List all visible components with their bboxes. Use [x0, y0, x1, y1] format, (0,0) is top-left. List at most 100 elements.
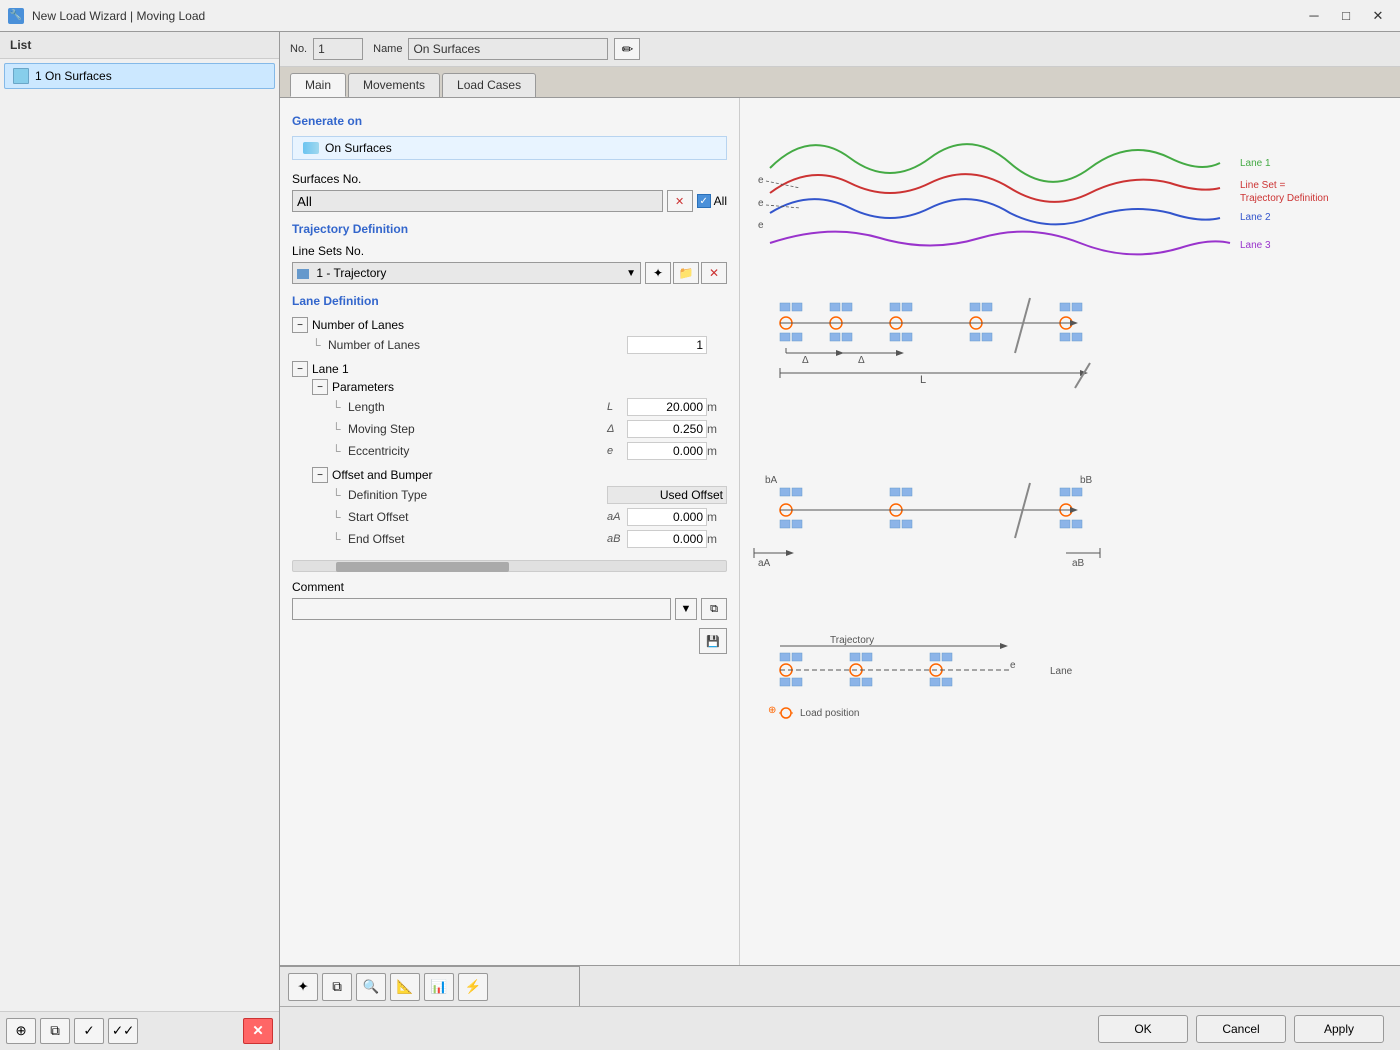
apply-button[interactable]: Apply — [1294, 1015, 1384, 1043]
toolbar-btn3[interactable]: 🔍 — [356, 973, 386, 1001]
right-area: No. Name ✏ Main Movements Load Cases Gen… — [280, 32, 1400, 1050]
length-value[interactable]: 20.000 — [627, 398, 707, 416]
comment-input[interactable] — [292, 598, 671, 620]
line-sets-dropdown[interactable]: 1 - Trajectory ▼ — [292, 262, 641, 284]
close-button[interactable]: ✕ — [1364, 6, 1392, 26]
moving-step-value[interactable]: 0.250 — [627, 420, 707, 438]
offset-label: Offset and Bumper — [332, 468, 433, 482]
def-type-prop: └ Definition Type Used Offset — [332, 484, 727, 506]
tool1-icon: ✦ — [297, 979, 308, 995]
comment-label: Comment — [292, 580, 727, 594]
save-icon: 💾 — [706, 635, 720, 648]
delete-button[interactable]: ✕ — [243, 1018, 273, 1044]
all-checkbox-group: ✓ All — [697, 194, 727, 208]
edit-name-button[interactable]: ✏ — [614, 38, 640, 60]
window-title: New Load Wizard | Moving Load — [32, 9, 1300, 23]
minimize-button[interactable]: ─ — [1300, 6, 1328, 26]
eccentricity-prop: └ Eccentricity e 0.000 m — [332, 440, 727, 462]
tab-movements[interactable]: Movements — [348, 73, 440, 97]
edit-icon: ✏ — [622, 41, 634, 58]
all-checkbox[interactable]: ✓ — [697, 194, 711, 208]
add-icon: ⊕ — [15, 1023, 26, 1039]
offset-toggle[interactable]: − — [312, 467, 328, 483]
comment-section: Comment ▼ ⧉ — [292, 580, 727, 620]
name-field-group: Name ✏ — [373, 38, 640, 60]
toolbar-btn5[interactable]: 📊 — [424, 973, 454, 1001]
tab-main[interactable]: Main — [290, 73, 346, 97]
plus-icon: ⊕ — [768, 705, 776, 716]
check2-button[interactable]: ✓✓ — [108, 1018, 138, 1044]
toolbar-btn6[interactable]: ⚡ — [458, 973, 488, 1001]
cancel-button[interactable]: Cancel — [1196, 1015, 1286, 1043]
end-offset-label: End Offset — [348, 532, 607, 546]
add-button[interactable]: ⊕ — [6, 1018, 36, 1044]
list-content: 1 On Surfaces — [0, 59, 279, 1011]
num-lanes-prop: └ Number of Lanes 1 — [312, 334, 727, 356]
def-type-value[interactable]: Used Offset — [607, 486, 727, 504]
parameters-label: Parameters — [332, 380, 394, 394]
eccentricity-symbol: e — [607, 445, 627, 457]
no-input[interactable] — [313, 38, 363, 60]
end-offset-value[interactable]: 0.000 — [627, 530, 707, 548]
ba-label-diagram: bA — [765, 475, 778, 486]
chevron-down-icon: ▼ — [681, 603, 692, 615]
diagram-area: Lane 1 Line Set = Trajectory Definition … — [740, 98, 1400, 965]
number-of-lanes-item: − Number of Lanes — [292, 316, 727, 334]
surfaces-clear-button[interactable]: ✕ — [667, 190, 693, 212]
check-button[interactable]: ✓ — [74, 1018, 104, 1044]
surfaces-input-row: ✕ ✓ All — [292, 190, 727, 212]
no-label: No. — [290, 43, 307, 55]
scrollbar-thumb[interactable] — [336, 562, 509, 572]
name-input[interactable] — [408, 38, 608, 60]
comment-dropdown-button[interactable]: ▼ — [675, 598, 697, 620]
l-label-diagram: L — [920, 374, 926, 386]
no-field-group: No. — [290, 38, 363, 60]
left-panel: List 1 On Surfaces ⊕ ⧉ ✓ ✓✓ ✕ — [0, 32, 280, 1050]
start-offset-value[interactable]: 0.000 — [627, 508, 707, 526]
open-trajectory-button[interactable]: 📁 — [673, 262, 699, 284]
bb-label-diagram: bB — [1080, 475, 1093, 486]
copy-comment-icon: ⧉ — [710, 603, 718, 616]
start-offset-symbol: aA — [607, 511, 627, 523]
save-button[interactable]: 💾 — [699, 628, 727, 654]
maximize-button[interactable]: □ — [1332, 6, 1360, 26]
eccentricity-value[interactable]: 0.000 — [627, 442, 707, 460]
ok-button[interactable]: OK — [1098, 1015, 1188, 1043]
e-label1-diagram: e — [758, 175, 764, 186]
lanes-toggle[interactable]: − — [292, 317, 308, 333]
number-of-lanes-label: Number of Lanes — [312, 318, 404, 332]
aa-label-diagram: aA — [758, 558, 771, 569]
scrollbar[interactable] — [292, 560, 727, 572]
add-trajectory-button[interactable]: ✦ — [645, 262, 671, 284]
start-offset-label: Start Offset — [348, 510, 607, 524]
parameters-item: − Parameters — [312, 378, 727, 396]
num-lanes-value[interactable]: 1 — [627, 336, 707, 354]
toolbar-btn2[interactable]: ⧉ — [322, 973, 352, 1001]
app-icon: 🔧 — [8, 8, 24, 24]
comment-copy-button[interactable]: ⧉ — [701, 598, 727, 620]
dropdown-value: 1 - Trajectory — [297, 266, 386, 280]
surfaces-input[interactable] — [292, 190, 663, 212]
num-lanes-row: └ Number of Lanes 1 — [312, 334, 727, 356]
toolbar-btn4[interactable]: 📐 — [390, 973, 420, 1001]
tool3-icon: 🔍 — [363, 979, 380, 995]
clear-icon: ✕ — [675, 195, 684, 208]
tabs-container: Main Movements Load Cases — [280, 67, 1400, 97]
all-label: All — [714, 194, 727, 208]
length-symbol: L — [607, 401, 627, 413]
list-item[interactable]: 1 On Surfaces — [4, 63, 275, 89]
toolbar-btn1[interactable]: ✦ — [288, 973, 318, 1001]
copy-icon: ⧉ — [50, 1023, 60, 1039]
e-label-diagram: e — [1010, 660, 1016, 671]
tab-load-cases[interactable]: Load Cases — [442, 73, 536, 97]
parameters-toggle[interactable]: − — [312, 379, 328, 395]
remove-trajectory-button[interactable]: ✕ — [701, 262, 727, 284]
tool6-icon: ⚡ — [465, 979, 482, 995]
chevron-down-icon: ▼ — [626, 268, 636, 279]
copy-button[interactable]: ⧉ — [40, 1018, 70, 1044]
lane-layout-diagram: Δ Δ L — [780, 298, 1090, 388]
lane2-diagram-label: Lane 2 — [1240, 212, 1271, 223]
start-offset-prop: └ Start Offset aA 0.000 m — [332, 506, 727, 528]
lane1-toggle[interactable]: − — [292, 361, 308, 377]
star-icon: ✦ — [653, 266, 663, 280]
